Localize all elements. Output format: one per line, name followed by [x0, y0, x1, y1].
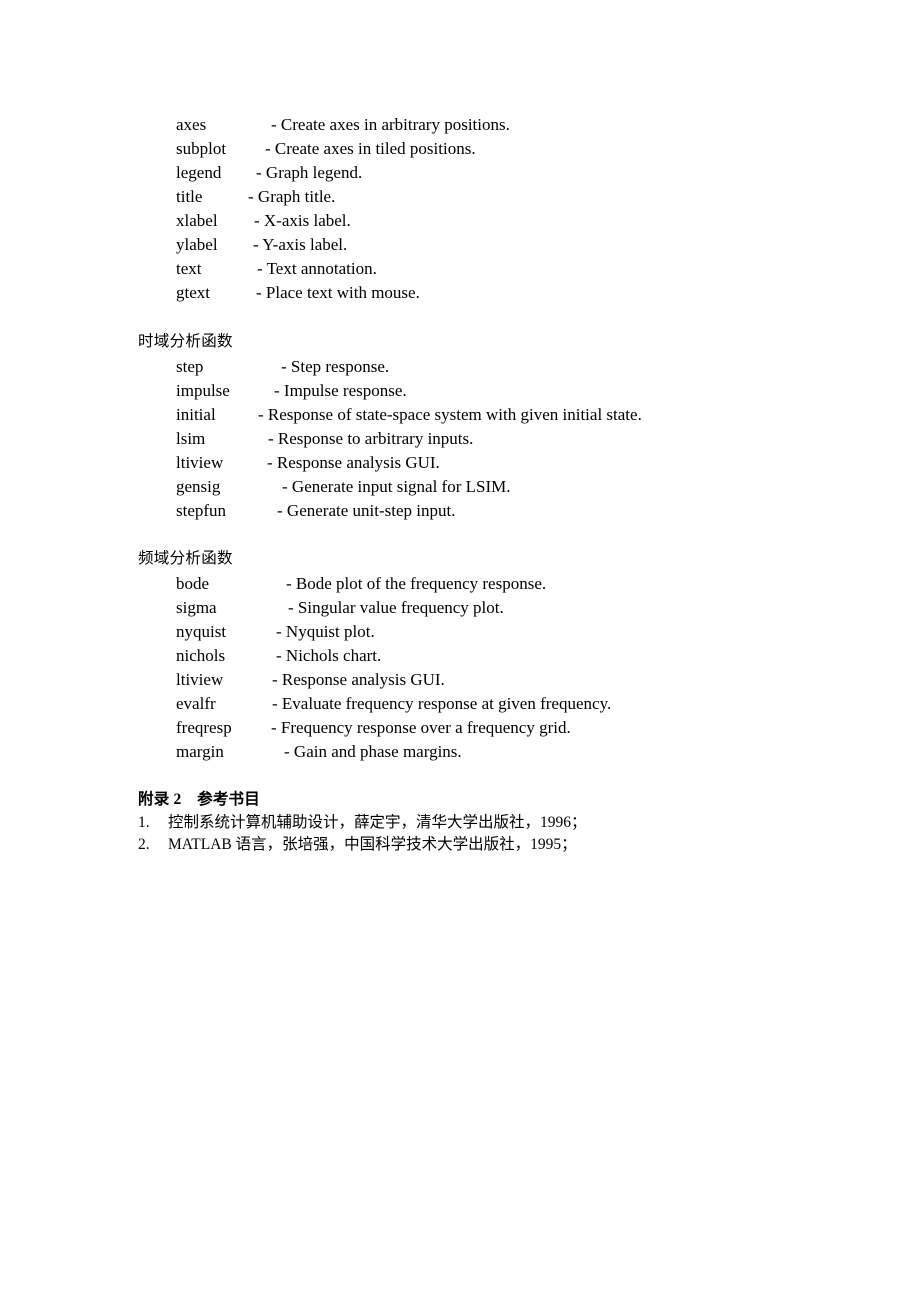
function-description: - Singular value frequency plot. — [288, 598, 504, 617]
function-entry: lsim - Response to arbitrary inputs. — [0, 427, 920, 451]
bibliography-text: MATLAB 语言，张培强，中国科学技术大学出版社，1995； — [168, 836, 577, 853]
function-entry: sigma - Singular value frequency plot. — [0, 596, 920, 620]
function-entry: legend - Graph legend. — [0, 161, 920, 185]
function-list-plotting-functions: axes - Create axes in arbitrary positions… — [0, 113, 920, 305]
function-name: freqresp — [176, 718, 232, 737]
function-description: - Bode plot of the frequency response. — [286, 574, 547, 593]
function-name: initial — [176, 405, 216, 424]
function-name: stepfun — [176, 501, 227, 520]
function-description: - Response of state-space system with gi… — [258, 405, 642, 424]
function-name: nyquist — [176, 622, 227, 641]
function-list-time-domain-functions: step - Step response. impulse - Impulse res… — [0, 355, 920, 523]
function-description: - Y-axis label. — [253, 235, 348, 254]
function-name: lsim — [176, 429, 206, 448]
function-list-frequency-domain-functions: bode - Bode plot of the frequency respons… — [0, 572, 920, 764]
function-name: ylabel — [176, 235, 218, 254]
bibliography-item: 1. 控制系统计算机辅助设计，薛定宇，清华大学出版社，1996； — [138, 812, 587, 834]
function-name: sigma — [176, 598, 217, 617]
function-description: - Step response. — [281, 357, 390, 376]
function-entry: gensig - Generate input signal for LSIM. — [0, 475, 920, 499]
function-description: - X-axis label. — [254, 211, 351, 230]
function-name: legend — [176, 163, 222, 182]
function-description: - Create axes in tiled positions. — [265, 139, 476, 158]
function-name: subplot — [176, 139, 227, 158]
function-entry: bode - Bode plot of the frequency respons… — [0, 572, 920, 596]
function-name: evalfr — [176, 694, 216, 713]
function-description: - Nyquist plot. — [276, 622, 375, 641]
function-entry: step - Step response. — [0, 355, 920, 379]
function-name: title — [176, 187, 203, 206]
bibliography-number: 2. — [138, 836, 150, 853]
function-description: - Frequency response over a frequency gr… — [271, 718, 571, 737]
function-description: - Create axes in arbitrary positions. — [271, 115, 510, 134]
function-description: - Gain and phase margins. — [284, 742, 462, 761]
function-entry: margin - Gain and phase margins. — [0, 740, 920, 764]
function-entry: stepfun - Generate unit-step input. — [0, 499, 920, 523]
function-entry: title - Graph title. — [0, 185, 920, 209]
function-name: gensig — [176, 477, 221, 496]
function-description: - Response analysis GUI. — [267, 453, 440, 472]
function-entry: evalfr - Evaluate frequency response at g… — [0, 692, 920, 716]
function-name: nichols — [176, 646, 226, 665]
function-name: margin — [176, 742, 224, 761]
function-entry: subplot - Create axes in tiled positions. — [0, 137, 920, 161]
function-description: - Impulse response. — [274, 381, 407, 400]
function-entry: text - Text annotation. — [0, 257, 920, 281]
function-description: - Evaluate frequency response at given f… — [272, 694, 612, 713]
function-name: bode — [176, 574, 210, 593]
bibliography-item: 2. MATLAB 语言，张培强，中国科学技术大学出版社，1995； — [138, 834, 577, 856]
function-entry: ltiview - Response analysis GUI. — [0, 451, 920, 475]
function-entry: initial - Response of state-space system … — [0, 403, 920, 427]
function-name: step — [176, 357, 204, 376]
function-entry: freqresp - Frequency response over a freq… — [0, 716, 920, 740]
document-page: axes - Create axes in arbitrary positions… — [0, 0, 920, 1302]
function-entry: gtext - Place text with mouse. — [0, 281, 920, 305]
function-description: - Generate input signal for LSIM. — [282, 477, 511, 496]
function-entry: impulse - Impulse response. — [0, 379, 920, 403]
function-name: xlabel — [176, 211, 218, 230]
appendix-heading: 附录 2 参考书目 — [138, 791, 260, 808]
section-heading-time-domain-functions: 时域分析函数 — [138, 333, 233, 350]
function-name: axes — [176, 115, 207, 134]
function-description: - Nichols chart. — [276, 646, 382, 665]
function-description: - Text annotation. — [257, 259, 377, 278]
function-description: - Response to arbitrary inputs. — [268, 429, 474, 448]
function-entry: nichols - Nichols chart. — [0, 644, 920, 668]
function-entry: nyquist - Nyquist plot. — [0, 620, 920, 644]
function-name: text — [176, 259, 202, 278]
function-name: impulse — [176, 381, 230, 400]
function-name: gtext — [176, 283, 210, 302]
function-name: ltiview — [176, 453, 224, 472]
bibliography-text: 控制系统计算机辅助设计，薛定宇，清华大学出版社，1996； — [168, 814, 587, 831]
function-entry: xlabel - X-axis label. — [0, 209, 920, 233]
function-description: - Graph title. — [248, 187, 336, 206]
function-description: - Generate unit-step input. — [277, 501, 456, 520]
function-entry: ltiview - Response analysis GUI. — [0, 668, 920, 692]
function-name: ltiview — [176, 670, 224, 689]
function-description: - Response analysis GUI. — [272, 670, 445, 689]
function-entry: ylabel - Y-axis label. — [0, 233, 920, 257]
section-heading-frequency-domain-functions: 频域分析函数 — [138, 550, 233, 567]
function-description: - Place text with mouse. — [256, 283, 420, 302]
function-description: - Graph legend. — [256, 163, 363, 182]
bibliography-number: 1. — [138, 814, 150, 831]
function-entry: axes - Create axes in arbitrary positions… — [0, 113, 920, 137]
